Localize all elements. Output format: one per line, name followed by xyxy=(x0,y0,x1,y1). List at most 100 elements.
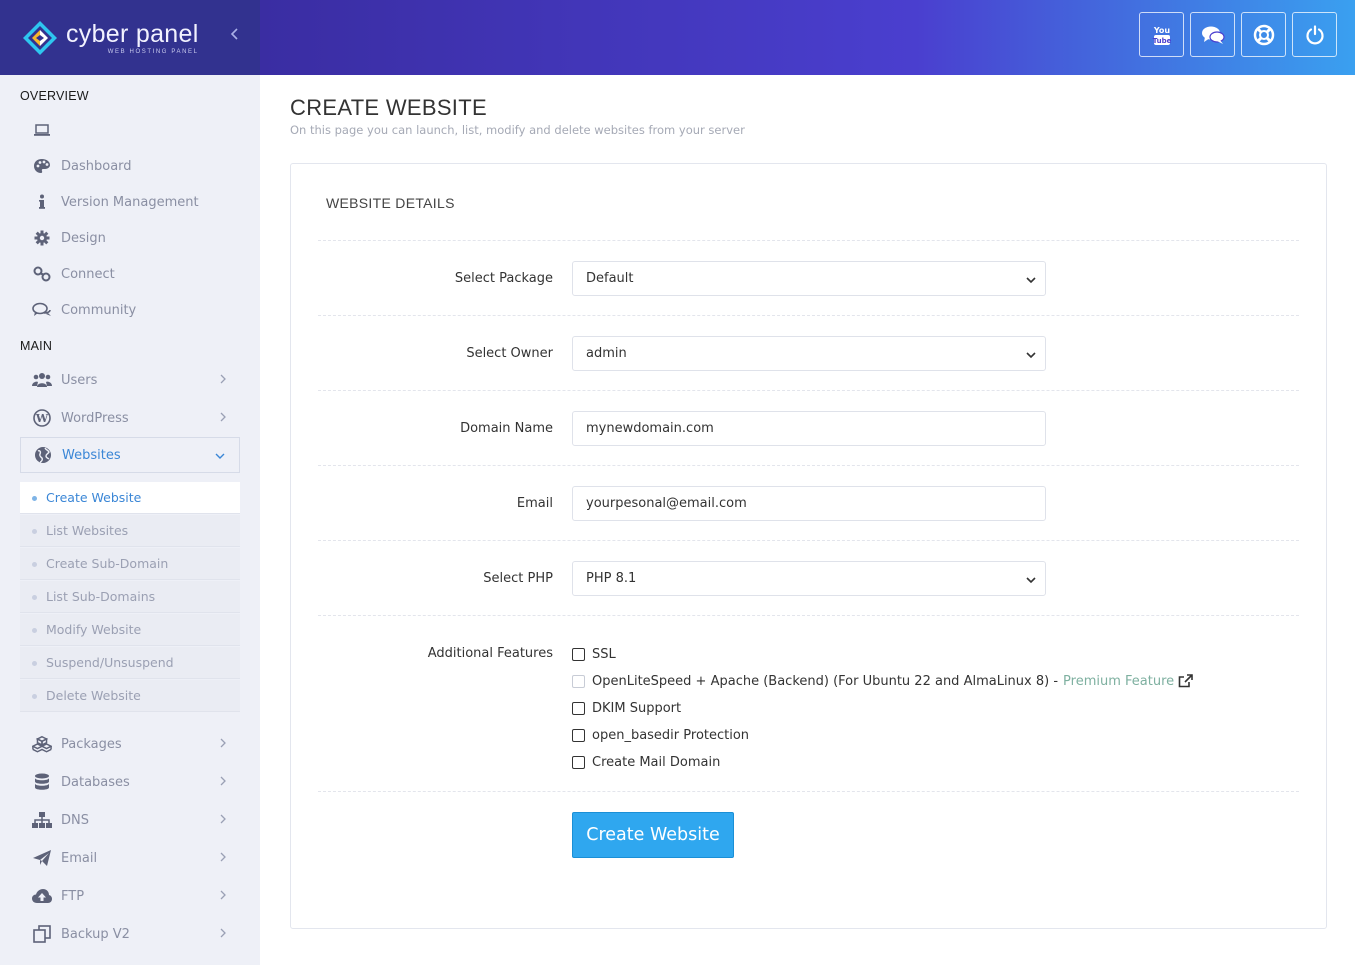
sidebar-item-packages[interactable]: Packages xyxy=(20,727,240,761)
php-select[interactable]: PHP 8.1 xyxy=(572,561,1046,596)
mail-domain-checkbox[interactable]: Create Mail Domain xyxy=(572,752,720,772)
divider xyxy=(318,315,1299,316)
sidebar-item-backup-v2[interactable]: Backup V2 xyxy=(20,917,240,951)
users-icon xyxy=(32,371,52,389)
website-details-panel: WEBSITE DETAILS Select Package Default S… xyxy=(290,163,1327,929)
sitemap-icon xyxy=(32,811,52,829)
chevron-right-icon xyxy=(220,890,226,903)
owner-value: admin xyxy=(586,346,627,361)
gear-icon xyxy=(32,229,52,247)
dkim-label: DKIM Support xyxy=(592,700,682,716)
chevron-right-icon xyxy=(220,738,226,751)
sidebar-item-design[interactable]: Design xyxy=(20,221,240,255)
globe-icon xyxy=(33,446,53,464)
copy-icon xyxy=(32,925,52,943)
sidebar-item-version-management[interactable]: Version Management xyxy=(20,185,240,219)
sidebar-item-connect[interactable]: Connect xyxy=(20,257,240,291)
package-select[interactable]: Default xyxy=(572,261,1046,296)
chevron-right-icon xyxy=(220,852,226,865)
sidebar-item-label: Packages xyxy=(61,736,122,752)
submenu-create-website[interactable]: Create Website xyxy=(20,482,240,514)
submenu-create-sub-domain[interactable]: Create Sub-Domain xyxy=(20,548,240,580)
divider xyxy=(318,240,1299,241)
svg-text:Tube: Tube xyxy=(1152,37,1171,45)
email-label: Email xyxy=(516,496,553,511)
sidebar-item-overview[interactable] xyxy=(20,113,240,147)
sidebar-item-dashboard[interactable]: Dashboard xyxy=(20,149,240,183)
sidebar-item-ftp[interactable]: FTP xyxy=(20,879,240,913)
php-value: PHP 8.1 xyxy=(586,571,637,586)
mail-domain-label: Create Mail Domain xyxy=(592,754,721,770)
checkbox-box[interactable] xyxy=(572,755,585,769)
submenu-list-sub-domains[interactable]: List Sub-Domains xyxy=(20,581,240,613)
checkbox-box[interactable] xyxy=(572,647,585,661)
php-label: Select PHP xyxy=(483,571,553,586)
sidebar-item-databases[interactable]: Databases xyxy=(20,765,240,799)
sidebar-item-label: Email xyxy=(61,850,98,866)
checkbox-box[interactable] xyxy=(572,728,585,742)
top-bar: You Tube xyxy=(260,0,1355,75)
laptop-icon xyxy=(32,121,52,139)
chat-button[interactable] xyxy=(1190,12,1235,57)
owner-select[interactable]: admin xyxy=(572,336,1046,371)
svg-text:W: W xyxy=(35,412,49,425)
sidebar-item-label: Connect xyxy=(61,266,115,282)
youtube-button[interactable]: You Tube xyxy=(1139,12,1184,57)
open-basedir-checkbox[interactable]: open_basedir Protection xyxy=(572,725,749,745)
lifebuoy-icon xyxy=(1253,24,1274,45)
sidebar-item-wordpress[interactable]: W WordPress xyxy=(20,401,240,435)
sidebar-item-label: Backup V2 xyxy=(61,926,130,942)
cloud-upload-icon xyxy=(32,887,52,905)
sidebar-item-email[interactable]: Email xyxy=(20,841,240,875)
cubes-icon xyxy=(32,735,52,753)
checkbox-box[interactable] xyxy=(572,674,585,688)
sidebar-item-websites[interactable]: Websites xyxy=(20,437,240,473)
panel-title: WEBSITE DETAILS xyxy=(326,195,455,211)
chevron-left-icon[interactable] xyxy=(230,28,238,44)
overview-section-label: OVERVIEW xyxy=(20,89,89,103)
package-value: Default xyxy=(586,271,634,286)
domain-name-input[interactable]: mynewdomain.com xyxy=(572,411,1046,446)
email-input[interactable]: yourpesonal@email.com xyxy=(572,486,1046,521)
submenu-delete-website[interactable]: Delete Website xyxy=(20,680,240,712)
power-icon xyxy=(1305,24,1324,44)
ssl-checkbox[interactable]: SSL xyxy=(572,644,616,664)
chat-icon xyxy=(1201,26,1225,44)
sidebar-item-label: Websites xyxy=(62,447,121,463)
features-label: Additional Features xyxy=(427,646,553,661)
dkim-checkbox[interactable]: DKIM Support xyxy=(572,698,681,718)
checkbox-box[interactable] xyxy=(572,701,585,715)
database-icon xyxy=(32,773,52,791)
external-link-icon[interactable] xyxy=(1178,674,1193,688)
email-value: yourpesonal@email.com xyxy=(586,496,747,511)
wordpress-icon: W xyxy=(32,409,52,427)
comments-icon xyxy=(32,301,52,319)
submenu-list-websites[interactable]: List Websites xyxy=(20,515,240,547)
premium-feature-link[interactable]: Premium Feature xyxy=(1063,674,1174,689)
create-website-button[interactable]: Create Website xyxy=(572,812,734,858)
sidebar: OVERVIEW Dashboard Version Management De… xyxy=(0,75,260,965)
divider xyxy=(318,465,1299,466)
submenu-modify-website[interactable]: Modify Website xyxy=(20,614,240,646)
paper-plane-icon xyxy=(32,849,52,867)
sidebar-item-community[interactable]: Community xyxy=(20,293,240,327)
logout-button[interactable] xyxy=(1292,12,1337,57)
support-button[interactable] xyxy=(1241,12,1286,57)
ols-apache-checkbox[interactable]: OpenLiteSpeed + Apache (Backend) (For Ub… xyxy=(572,671,1193,691)
header-actions: You Tube xyxy=(1139,12,1337,57)
sidebar-item-users[interactable]: Users xyxy=(20,363,240,397)
divider xyxy=(318,615,1299,616)
page-subtitle: On this page you can launch, list, modif… xyxy=(290,123,745,137)
youtube-icon: You Tube xyxy=(1152,26,1171,45)
sidebar-item-dns[interactable]: DNS xyxy=(20,803,240,837)
main-section-label: MAIN xyxy=(20,339,53,353)
submenu-suspend-unsuspend[interactable]: Suspend/Unsuspend xyxy=(20,647,240,679)
divider xyxy=(318,791,1299,792)
sidebar-item-label: Users xyxy=(61,372,98,388)
chevron-right-icon xyxy=(220,928,226,941)
sidebar-item-label: Dashboard xyxy=(61,158,132,174)
brand-logo[interactable]: cyber panel WEB HOSTING PANEL xyxy=(0,0,260,75)
package-label: Select Package xyxy=(454,271,553,286)
websites-submenu: Create Website List Websites Create Sub-… xyxy=(20,482,240,713)
divider xyxy=(318,540,1299,541)
